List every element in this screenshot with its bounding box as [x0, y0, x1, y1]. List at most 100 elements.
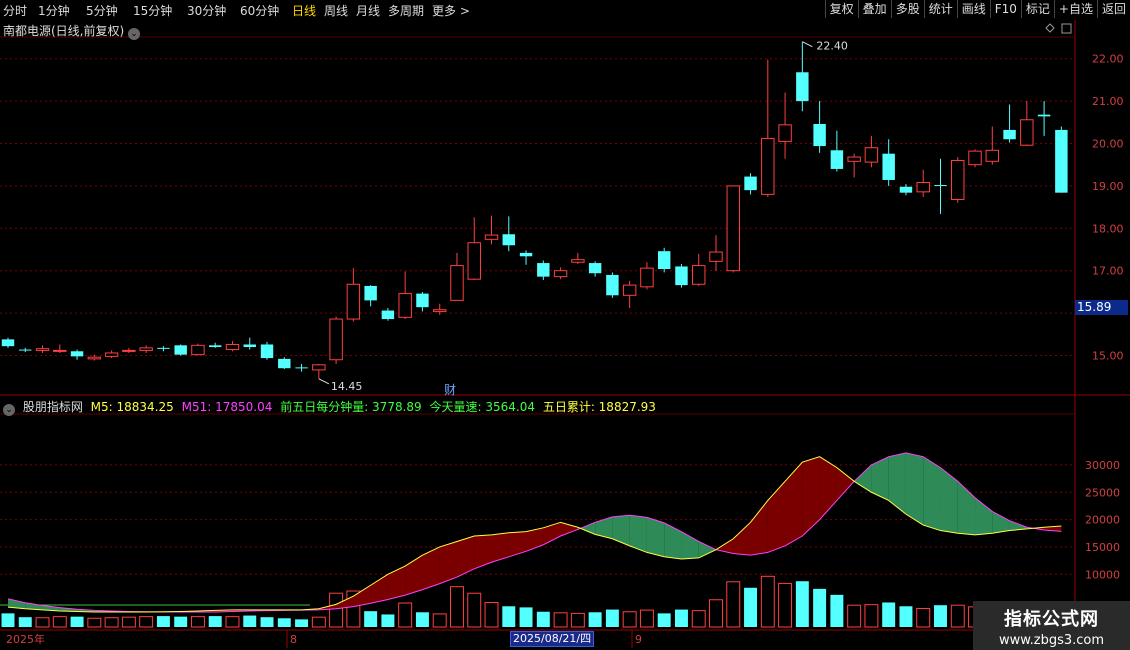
candle-body: [346, 283, 361, 320]
candle-body: [640, 267, 654, 288]
volume-tick-label: 20000: [1085, 514, 1120, 527]
candle-body: [243, 344, 256, 348]
candle-body: [796, 72, 809, 102]
candle-body: [1003, 129, 1016, 140]
volume-bar: [882, 602, 896, 627]
volume-bar: [674, 609, 688, 627]
watermark: 指标公式网 www.zbgs3.com: [973, 601, 1130, 650]
volume-bar: [415, 612, 429, 627]
chart-title: 南都电源(日线,前复权) ⌄: [3, 22, 141, 40]
volume-bar: [899, 606, 913, 627]
volume-bar: [744, 587, 758, 627]
candle-body: [122, 349, 136, 352]
volume-tick-label: 10000: [1085, 568, 1120, 581]
price-tick-label: 15.00: [1092, 350, 1124, 363]
chart-background: [0, 20, 1130, 650]
candle-body: [675, 266, 688, 286]
volume-bar: [381, 614, 395, 627]
volume-bar: [813, 588, 827, 627]
candle-body: [899, 186, 913, 193]
candle-body: [744, 176, 757, 191]
candle-body: [985, 149, 1000, 162]
candle-body: [934, 185, 947, 187]
ribbon-segment: [923, 456, 941, 531]
volume-bar: [156, 616, 170, 627]
price-tick-label: 17.00: [1092, 265, 1124, 278]
candle-body: [847, 156, 861, 162]
candle-body: [174, 345, 187, 355]
candle-body: [260, 344, 274, 359]
volume-bar: [208, 616, 222, 627]
candle-body: [778, 124, 792, 142]
ribbon-segment: [439, 541, 457, 584]
candle-body: [1037, 114, 1051, 117]
candle-body: [467, 242, 481, 280]
candle-body: [882, 153, 895, 180]
candle-body: [571, 259, 585, 263]
watermark-url: www.zbgs3.com: [998, 633, 1105, 648]
candle-body: [432, 309, 447, 312]
candle-body: [19, 349, 32, 351]
today-speed: 今天量速: 3564.04: [429, 400, 535, 414]
candle-body: [53, 349, 67, 352]
candle-body: [381, 310, 395, 320]
indicator-name: 股朋指标网: [22, 400, 83, 414]
volume-tick-label: 30000: [1085, 459, 1120, 472]
kline-chart[interactable]: 22.00 21.00 20.00 19.00 18.00 17.00 15.00 30000…: [0, 0, 1130, 650]
candle-body: [968, 150, 982, 166]
candle-body: [398, 293, 412, 318]
candle-body: [606, 274, 619, 296]
high-label: 22.40: [816, 40, 848, 53]
candle-body: [209, 345, 222, 348]
candle-body: [657, 251, 671, 270]
chevron-down-icon[interactable]: ⌄: [128, 28, 141, 40]
candle-body: [1055, 129, 1068, 193]
volume-tick-label: 25000: [1085, 486, 1120, 499]
price-tick-label: 20.00: [1092, 138, 1124, 151]
price-tick-label: 19.00: [1092, 180, 1124, 193]
volume-bar: [830, 594, 844, 627]
candle-body: [1, 339, 15, 347]
candle-body: [87, 356, 102, 360]
volume-bar: [70, 616, 84, 627]
price-tick-label: 18.00: [1092, 222, 1124, 235]
candle-body: [553, 270, 568, 278]
candle-body: [830, 150, 844, 169]
candle-body: [1020, 119, 1034, 146]
volume-bar: [243, 615, 257, 627]
candle-body: [364, 285, 377, 301]
ribbon-segment: [646, 517, 665, 557]
m5-value: M5: 18834.25: [90, 400, 174, 414]
low-label: 14.45: [331, 380, 363, 393]
price-tick-label: 21.00: [1092, 95, 1124, 108]
candle-body: [295, 367, 308, 369]
volume-bar: [588, 612, 602, 627]
volume-bar: [934, 605, 947, 627]
candle-body: [225, 343, 240, 351]
time-axis-label: 8: [290, 633, 297, 646]
stock-name: 南都电源(日线,前复权): [3, 24, 125, 38]
candle-body: [709, 251, 723, 262]
volume-bar: [519, 607, 533, 627]
finance-marker[interactable]: 财: [444, 381, 456, 398]
candle-body: [692, 265, 706, 285]
candle-body: [329, 318, 343, 361]
volume-bar: [502, 606, 516, 627]
volume-bar: [277, 618, 291, 627]
candle-body: [139, 347, 153, 351]
price-tick-label: 22.00: [1092, 53, 1124, 66]
candle-body: [537, 263, 550, 277]
volume-bar: [657, 613, 671, 627]
candle-body: [502, 234, 515, 246]
volume-tick-label: 15000: [1085, 541, 1120, 554]
chevron-down-icon[interactable]: ⌄: [3, 404, 15, 416]
candle-body: [157, 347, 170, 349]
volume-bar: [18, 617, 32, 627]
volume-bar: [1, 613, 15, 627]
candle-body: [726, 185, 740, 272]
candle-body: [622, 284, 637, 296]
five-day-per-minute: 前五日每分钟量: 3778.89: [280, 400, 422, 414]
m51-value: M51: 17850.04: [181, 400, 273, 414]
volume-bar: [795, 581, 809, 627]
candle-body: [312, 364, 326, 371]
